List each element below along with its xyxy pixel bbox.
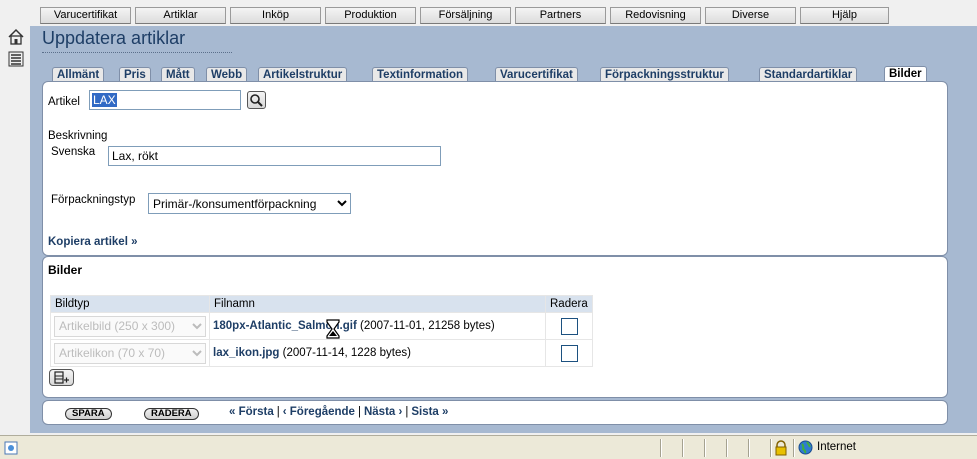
status-divider: [793, 439, 795, 457]
lock-icon: [775, 440, 787, 456]
home-icon[interactable]: [7, 28, 25, 46]
nav-varucertifikat[interactable]: Varucertifikat: [40, 7, 131, 24]
bildtyp-cell: Artikelikon (70 x 70): [50, 339, 210, 367]
artikel-selected-text: LAX: [92, 93, 117, 107]
bildtyp-select: Artikelbild (250 x 300): [54, 315, 206, 337]
images-section-title: Bilder: [48, 263, 83, 277]
nav-diverse[interactable]: Diverse: [705, 7, 796, 24]
beskrivning-label: Beskrivning: [48, 130, 108, 142]
radera-cell: [545, 339, 593, 367]
status-divider: [704, 439, 706, 457]
nav-artiklar[interactable]: Artiklar: [135, 7, 226, 24]
filnamn-cell: lax_ikon.jpg (2007-11-14, 1228 bytes): [209, 339, 546, 367]
tab-webb[interactable]: Webb: [206, 67, 248, 82]
forpackningstyp-label: Förpackningstyp: [51, 194, 136, 206]
svenska-label: Svenska: [51, 146, 96, 158]
status-divider: [660, 439, 662, 457]
image-file-link[interactable]: lax_ikon.jpg: [213, 347, 279, 359]
bildtyp-cell: Artikelbild (250 x 300): [50, 312, 210, 340]
article-form-panel: Artikel LAX Beskrivning Svenska Förpackn…: [42, 81, 948, 256]
search-button[interactable]: [247, 91, 266, 109]
images-panel: Bilder Bildtyp Filnamn Radera Artikelbil…: [42, 256, 948, 398]
artikel-label: Artikel: [48, 96, 80, 108]
status-bar: Internet: [0, 435, 977, 459]
page-icon: [4, 441, 18, 455]
status-divider: [748, 439, 750, 457]
status-divider: [726, 439, 728, 457]
table-row: Artikelikon (70 x 70) lax_ikon.jpg (2007…: [50, 339, 593, 367]
column-header-bildtyp: Bildtyp: [50, 295, 210, 313]
save-button[interactable]: SPARA: [65, 408, 112, 420]
status-divider: [770, 439, 772, 457]
tab-allmant[interactable]: Allmänt: [52, 67, 105, 82]
column-header-radera: Radera: [545, 295, 593, 313]
globe-icon: [798, 440, 813, 455]
tab-standardartiklar[interactable]: Standardartiklar: [759, 67, 858, 82]
copy-article-link[interactable]: Kopiera artikel »: [48, 236, 137, 248]
left-toolbar: [0, 26, 30, 433]
record-navigation: « Första | ‹ Föregående | Nästa › | Sista »: [229, 406, 449, 418]
hourglass-cursor-icon: [326, 319, 340, 339]
tab-textinformation[interactable]: Textinformation: [372, 67, 469, 82]
tab-pris[interactable]: Pris: [119, 67, 151, 82]
last-record-link[interactable]: Sista »: [411, 406, 448, 418]
main-content: Uppdatera artiklar Allmänt Pris Mått Web…: [30, 26, 977, 433]
tab-matt[interactable]: Mått: [161, 67, 195, 82]
tab-varucertifikat[interactable]: Varucertifikat: [495, 67, 578, 82]
filnamn-cell: 180px-Atlantic_Salmon.gif (2007-11-01, 2…: [209, 312, 546, 340]
nav-redovisning[interactable]: Redovisning: [610, 7, 701, 24]
tab-artikelstruktur[interactable]: Artikelstruktur: [258, 67, 348, 82]
security-zone-label: Internet: [817, 441, 856, 453]
column-header-filnamn: Filnamn: [209, 295, 546, 313]
tab-forpackningsstruktur[interactable]: Förpackningsstruktur: [600, 67, 729, 82]
nav-produktion[interactable]: Produktion: [325, 7, 416, 24]
nav-inkop[interactable]: Inköp: [230, 7, 321, 24]
delete-checkbox[interactable]: [561, 317, 578, 335]
next-record-link[interactable]: Nästa ›: [364, 406, 402, 418]
list-icon[interactable]: [7, 50, 25, 68]
delete-checkbox[interactable]: [561, 344, 578, 362]
nav-hjalp[interactable]: Hjälp: [800, 7, 889, 24]
forpackningstyp-select[interactable]: Primär-/konsumentförpackning: [148, 193, 351, 214]
title-underline: [42, 52, 232, 53]
previous-record-link[interactable]: ‹ Föregående: [283, 406, 355, 418]
table-row: Artikelbild (250 x 300) 180px-Atlantic_S…: [50, 312, 593, 340]
status-divider: [682, 439, 684, 457]
top-navigation: Varucertifikat Artiklar Inköp Produktion…: [0, 0, 977, 26]
radera-cell: [545, 312, 593, 340]
file-meta: (2007-11-01, 21258 bytes): [360, 320, 495, 332]
bildtyp-select: Artikelikon (70 x 70): [54, 342, 206, 364]
first-record-link[interactable]: « Första: [229, 406, 274, 418]
images-table: Bildtyp Filnamn Radera Artikelbild (250 …: [50, 295, 593, 367]
delete-button[interactable]: RADERA: [144, 408, 199, 420]
actions-panel: SPARA RADERA « Första | ‹ Föregående | Nästa…: [42, 400, 948, 425]
magnifier-icon: [250, 94, 263, 107]
add-image-button[interactable]: [49, 369, 74, 386]
nav-partners[interactable]: Partners: [515, 7, 606, 24]
add-row-icon: [54, 371, 69, 384]
file-meta: (2007-11-14, 1228 bytes): [282, 347, 411, 359]
page-title: Uppdatera artiklar: [42, 28, 186, 48]
svenska-description-input[interactable]: [108, 146, 441, 166]
nav-forsaljning[interactable]: Försäljning: [420, 7, 511, 24]
